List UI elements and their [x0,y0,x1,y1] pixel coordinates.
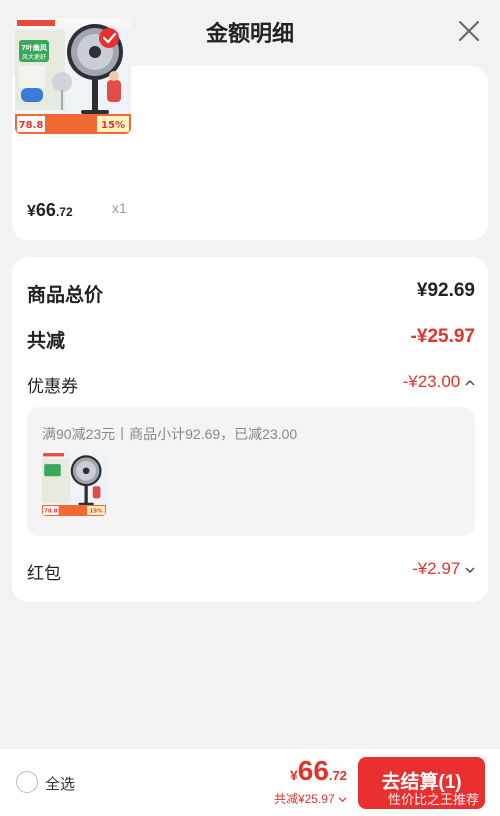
red-packet-label: 红包 [27,564,61,583]
coupon-description: 满90减23元丨商品小计92.69，已减23.00 [42,426,298,442]
coupon-value[interactable]: -¥23.00 [403,372,475,392]
select-all-radio[interactable] [16,771,38,793]
total-reduce-value: -¥25.97 [410,326,475,347]
coupon-amount: -¥23.00 [402,372,461,391]
svg-text:风大更舒: 风大更舒 [22,53,46,61]
close-icon[interactable] [458,20,480,42]
price-currency: ¥ [27,203,36,220]
total-price-label: 商品总价 [27,285,104,306]
watermark-text: 性价比之王推荐 [388,792,480,807]
chevron-down-icon [465,567,475,573]
svg-text:78.8: 78.8 [19,120,44,131]
svg-text:15%: 15% [89,509,103,515]
price-decimal: .72 [55,205,73,219]
checkout-total: ¥66.72 [290,755,347,787]
red-packet-amount: -¥2.97 [412,559,461,578]
product-price: ¥66.72 [27,200,73,221]
coupon-product-thumbnail: 78.8 15% [42,452,106,516]
fan-product-image: 7叶扇风 风大更舒 78.8 15% [15,18,131,134]
fan-product-image-small: 78.8 15% [42,452,106,516]
svg-text:15%: 15% [101,120,125,131]
svg-text:78.8: 78.8 [44,509,58,515]
total-integer: 66 [297,755,329,786]
product-thumbnail[interactable]: 7叶扇风 风大更舒 78.8 15% [15,18,131,134]
total-reduce-label: 共减 [27,331,66,352]
coupon-detail-box: 满90减23元丨商品小计92.69，已减23.00 78.8 15% [27,407,475,536]
chevron-up-icon [465,380,475,386]
checkout-discount[interactable]: 共减¥25.97 [274,790,347,807]
red-packet-value[interactable]: -¥2.97 [412,559,475,579]
chevron-down-icon [338,797,347,803]
svg-text:7叶扇风: 7叶扇风 [21,43,47,52]
checkout-discount-text: 共减¥25.97 [273,792,335,806]
total-decimal: .72 [328,768,347,783]
total-price-value: ¥92.69 [416,280,475,301]
price-integer: 66 [35,200,56,220]
total-currency: ¥ [289,767,298,783]
coupon-label: 优惠券 [27,377,78,396]
select-all-label[interactable]: 全选 [45,773,75,794]
product-quantity: x1 [112,200,127,216]
